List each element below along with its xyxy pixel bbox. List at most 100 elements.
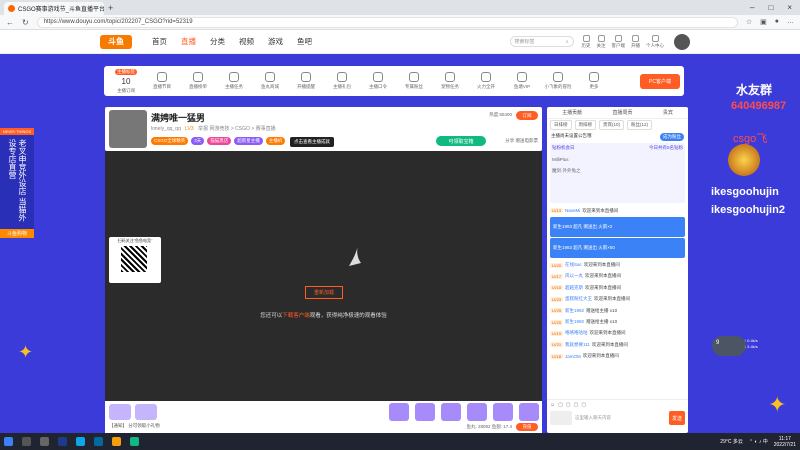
reload-button[interactable]: 重新加载 (305, 286, 343, 299)
sticker-icon[interactable]: ▢ (558, 402, 563, 408)
refresh-icon[interactable]: ↻ (22, 18, 29, 27)
tab-daily[interactable]: 日排榜 (550, 120, 572, 130)
left-promo-banner[interactable]: NEWS·THINGS 老叉申竞外设店 当猫外设专店直营 斗鱼购物 (0, 128, 34, 238)
maximize-icon[interactable]: □ (768, 3, 773, 12)
user-center-button[interactable]: 个人中心 (646, 34, 664, 49)
nav-video[interactable]: 视频 (239, 36, 254, 47)
chat-username[interactable]: NaveMi (565, 208, 580, 213)
gift-item-icon[interactable] (415, 403, 435, 421)
streamer-avatar[interactable] (109, 110, 147, 148)
sticker-icon[interactable]: ▢ (566, 402, 571, 408)
browser-tab[interactable]: CSGO赛事游戏节_斗鱼直播平台 × (4, 2, 104, 15)
gift-item-icon[interactable] (389, 403, 409, 421)
category-item[interactable]: 小飞象的冒险 (540, 72, 576, 90)
emoji-icon[interactable]: ☺ (550, 402, 555, 408)
nav-category[interactable]: 分类 (210, 36, 225, 47)
clock[interactable]: 11:17 2022/7/21 (774, 436, 796, 448)
category-item[interactable]: 直播榜单 (180, 72, 216, 90)
chat-mode-button[interactable] (550, 411, 572, 425)
category-item[interactable]: 更多 (576, 72, 612, 90)
chat-header-tab[interactable]: 贵宾 (663, 109, 673, 116)
avatar[interactable] (674, 33, 690, 50)
minimize-icon[interactable]: – (750, 3, 754, 12)
folder-icon[interactable] (112, 437, 121, 446)
chat-header-tab[interactable]: 直播周贡 (612, 109, 632, 116)
chat-username[interactable]: 新生1992 (565, 308, 584, 314)
edge-icon[interactable] (76, 437, 85, 446)
task-view-icon[interactable] (40, 437, 49, 446)
chat-username[interactable]: JamOM (565, 354, 581, 359)
category-item[interactable]: 直播节目 (144, 72, 180, 90)
room-tag[interactable]: 3天 (191, 137, 205, 145)
chat-username[interactable]: 蛋糕粉红大王 (565, 296, 592, 302)
qr-close-icon[interactable]: × (155, 241, 159, 247)
search-icon[interactable] (22, 437, 31, 446)
room-tag[interactable]: 主播机 (265, 137, 286, 145)
network-monitor[interactable]: 9 (712, 336, 746, 356)
category-item[interactable]: 火力全开 (468, 72, 504, 90)
more-icon[interactable]: … (787, 18, 794, 26)
app-icon[interactable] (94, 437, 103, 446)
nav-yuba[interactable]: 鱼吧 (297, 36, 312, 47)
chat-username[interactable]: 风以一丸 (565, 273, 583, 279)
weather-widget[interactable]: 29°C 多云 (720, 438, 743, 445)
chat-username[interactable]: 咯咯咯咕咕 (565, 330, 588, 336)
new-tab-icon[interactable]: + (108, 3, 113, 13)
chat-username[interactable]: 超越克斯 (565, 285, 583, 291)
category-item[interactable]: 专属粉丝 (396, 72, 432, 90)
profile-icon[interactable]: ● (775, 18, 779, 26)
chat-message-list[interactable]: LV13 NaveMi 欢迎来到本直播间 新生1983 超凡 赠送出 火箭×2 新生19… (547, 203, 688, 364)
steam-icon[interactable] (58, 437, 67, 446)
gift-item-icon[interactable] (441, 403, 461, 421)
category-item[interactable]: 主播礼包 (324, 72, 360, 90)
back-icon[interactable]: ← (6, 18, 14, 27)
download-client-link[interactable]: 下载客户端 (282, 313, 310, 319)
activity-icon[interactable] (135, 404, 157, 420)
chat-username[interactable]: 我就想要111 (565, 342, 590, 348)
category-item[interactable]: 宠物任务 (432, 72, 468, 90)
recharge-button[interactable]: 充值 (516, 423, 538, 431)
follow-button[interactable]: 关注 (597, 34, 606, 49)
chat-username[interactable]: 在线Sac (565, 262, 582, 268)
broadcast-button[interactable]: 开播 (631, 34, 640, 49)
category-item[interactable]: 主播任务 (216, 72, 252, 90)
client-button[interactable]: 客户端 (612, 34, 625, 49)
room-tag[interactable]: 猫猫黑店 (207, 137, 232, 145)
chat-header-tab[interactable]: 主播贡献 (562, 109, 582, 116)
category-item[interactable]: 鱼丸商城 (252, 72, 288, 90)
search-icon[interactable]: ⌕ (566, 39, 569, 45)
category-item[interactable]: 鱼塘VIP (504, 72, 540, 90)
gift-item-icon[interactable] (519, 403, 539, 421)
start-icon[interactable] (4, 437, 13, 446)
room-tag[interactable]: 超新星主播 (234, 137, 263, 145)
video-player[interactable]: 重新加载 您还可以下载客户端观看，获得纯净极速的观看体验 扫码关注"鱼鱼电竞" … (105, 151, 542, 401)
tab-weekly[interactable]: 周排榜 (574, 120, 596, 130)
search-input[interactable]: 搜索标签 ⌕ (509, 36, 574, 47)
owner-name[interactable]: lonely_qq_qq (151, 126, 181, 132)
category-item[interactable]: 开播提醒 (288, 72, 324, 90)
room-tag[interactable]: CSGO全球精英 (151, 137, 189, 145)
task-chest-button[interactable]: 可领取宝箱 (436, 136, 486, 146)
nav-live[interactable]: 直播 (181, 36, 196, 47)
app-icon[interactable] (130, 437, 139, 446)
url-field[interactable]: https://www.douyu.com/topic/202207_CSGO?… (36, 16, 738, 28)
nav-home[interactable]: 首页 (152, 36, 167, 47)
nav-game[interactable]: 游戏 (268, 36, 283, 47)
subscribe-button[interactable]: 订阅 (516, 111, 538, 120)
sticker-icon[interactable]: ▢ (574, 402, 579, 408)
category-subscribe[interactable]: 主播标签 10 主播订阅 (108, 68, 144, 94)
tab-fans[interactable]: 粉丝(12) (627, 120, 653, 130)
gift-item-icon[interactable] (493, 403, 513, 421)
close-window-icon[interactable]: × (787, 3, 792, 12)
history-button[interactable]: 历史 (582, 34, 591, 49)
collections-icon[interactable]: ▣ (760, 18, 767, 26)
share-links[interactable]: 分享 赠送电影票 (505, 138, 538, 144)
chat-input[interactable]: 这里输入聊天内容 (575, 411, 666, 425)
sticker-icon[interactable]: ▢ (581, 402, 586, 408)
pc-client-button[interactable]: PC客户端 (640, 73, 680, 89)
gift-item-icon[interactable] (467, 403, 487, 421)
favorite-star-icon[interactable]: ☆ (746, 18, 752, 26)
category-item[interactable]: 主播口令 (360, 72, 396, 90)
room-category-path[interactable]: 举报 网游竞技 > CSGO > 赛事直播 (198, 126, 276, 132)
become-fan-button[interactable]: 成为粉丝 (660, 133, 684, 141)
